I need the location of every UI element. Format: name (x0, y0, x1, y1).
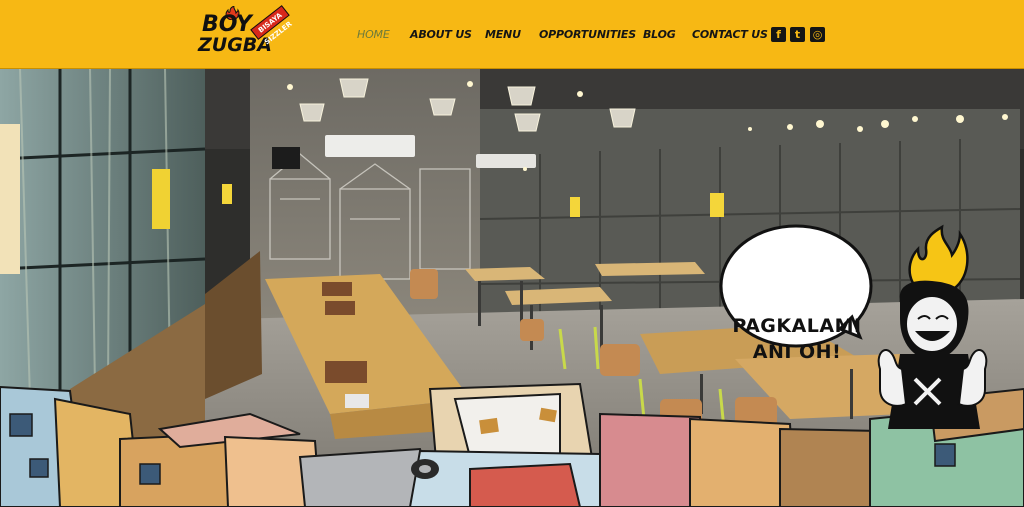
hero-banner: PAGKALAMI ANI OH! (0, 69, 1024, 507)
nav-blog[interactable]: BLOG (643, 27, 676, 43)
speech-bubble-text: PAGKALAMI ANI OH! (724, 313, 870, 365)
facebook-icon[interactable]: f (771, 27, 786, 42)
instagram-icon[interactable]: ◎ (810, 27, 825, 42)
nav-home[interactable]: HOME (357, 27, 390, 43)
brand-logo[interactable]: BOY ZUGBA BISAYA SIZZLER (196, 5, 294, 62)
nav-opportunities[interactable]: OPPORTUNITIES (539, 27, 636, 43)
nav-menu[interactable]: MENU (485, 27, 521, 43)
brand-tagline: BISAYA SIZZLER (250, 5, 294, 46)
restaurant-interior-illustration (0, 69, 1024, 507)
brand-line1: BOY (202, 12, 252, 37)
nav-contact-us[interactable]: CONTACT US (692, 27, 768, 43)
speech-line-2: ANI OH! (752, 341, 842, 363)
speech-line-1: PAGKALAMI (732, 315, 862, 337)
nav-about-us[interactable]: ABOUT US (410, 27, 472, 43)
site-header: BOY ZUGBA BISAYA SIZZLER HOME ABOUT US M… (0, 0, 1024, 69)
twitter-icon[interactable]: t (790, 27, 805, 42)
